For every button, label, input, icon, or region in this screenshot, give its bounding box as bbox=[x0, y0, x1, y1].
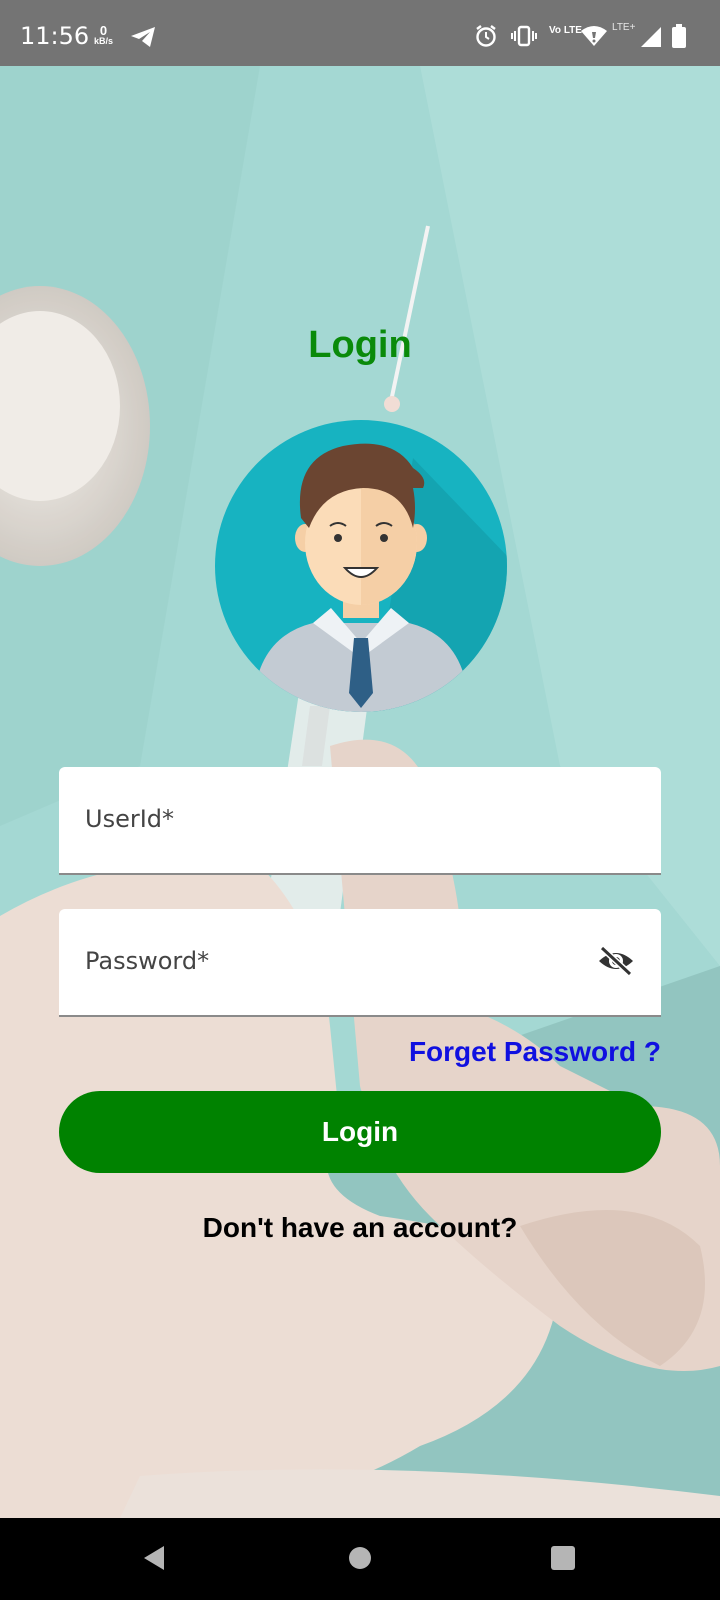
net-speed-unit: kB/s bbox=[94, 36, 114, 46]
net-speed: 0 kB/s bbox=[94, 23, 114, 46]
vibrate-icon bbox=[511, 24, 537, 53]
recents-icon[interactable] bbox=[551, 1546, 575, 1575]
page-title: Login bbox=[308, 324, 412, 366]
status-bar: 11:56 0 kB/s Vo LTE LTE+ bbox=[0, 0, 720, 66]
battery-icon bbox=[672, 24, 686, 53]
telegram-icon bbox=[130, 26, 156, 53]
alarm-icon bbox=[474, 24, 498, 53]
navigation-bar bbox=[0, 1518, 720, 1600]
signal-icon bbox=[640, 26, 662, 53]
login-button[interactable]: Login bbox=[59, 1091, 661, 1173]
wifi-icon bbox=[580, 24, 608, 53]
userid-label: UserId* bbox=[85, 805, 175, 833]
userid-field[interactable]: UserId* bbox=[59, 767, 661, 875]
password-label: Password* bbox=[85, 947, 210, 975]
status-time: 11:56 bbox=[20, 22, 90, 50]
password-field[interactable]: Password* bbox=[59, 909, 661, 1017]
lte-label: LTE+ bbox=[612, 22, 636, 33]
volte-icon: Vo LTE bbox=[549, 25, 582, 36]
forget-password-link[interactable]: Forget Password ? bbox=[409, 1036, 661, 1068]
no-account-link[interactable]: Don't have an account? bbox=[0, 1212, 720, 1244]
user-avatar-icon bbox=[213, 418, 509, 714]
net-speed-value: 0 bbox=[99, 23, 108, 38]
back-icon[interactable] bbox=[142, 1545, 166, 1576]
eye-off-icon[interactable] bbox=[597, 945, 635, 982]
home-icon[interactable] bbox=[348, 1546, 372, 1575]
